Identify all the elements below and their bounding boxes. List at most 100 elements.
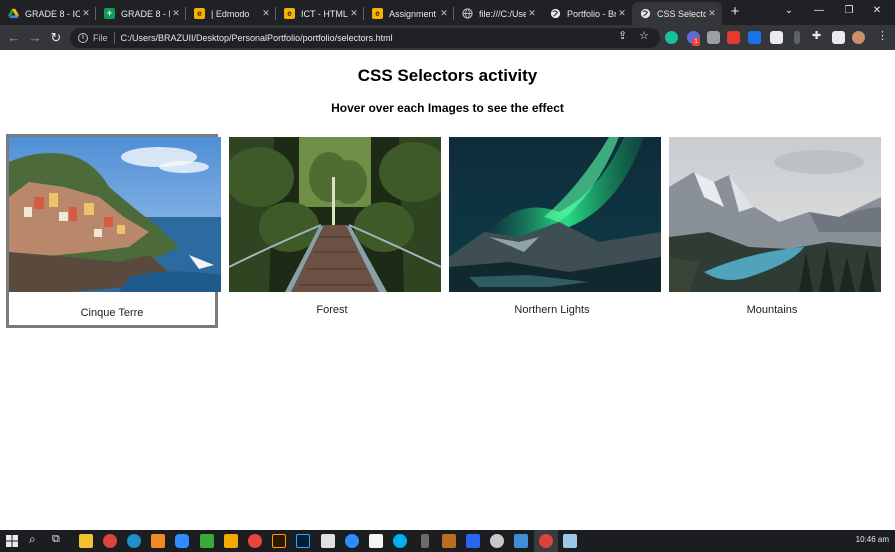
tab-file[interactable]: file:///C:/User ✕ xyxy=(454,2,542,25)
photoshop-icon[interactable] xyxy=(296,534,310,548)
tab-grade8-sheets[interactable]: + GRADE 8 - IC ✕ xyxy=(96,2,186,25)
tab-title: ICT - HTML & xyxy=(301,8,348,19)
profile-avatar[interactable] xyxy=(852,31,865,44)
card-caption: Forest xyxy=(316,304,348,316)
close-window-button[interactable]: ✕ xyxy=(866,3,888,19)
reload-button[interactable]: ↻ xyxy=(48,30,64,46)
page-content: CSS Selectors activity Hover over each I… xyxy=(0,50,895,530)
card-caption: Mountains xyxy=(746,304,798,316)
bookmark-star-icon[interactable]: ☆ xyxy=(639,29,649,43)
tab-title: file:///C:/User xyxy=(479,8,526,19)
close-icon[interactable]: ✕ xyxy=(616,8,628,19)
chrome-icon[interactable] xyxy=(539,534,553,548)
youtube-extension-icon[interactable] xyxy=(727,31,740,44)
camtasia-icon[interactable] xyxy=(200,534,214,548)
share-icon[interactable]: ⇪ xyxy=(618,29,627,43)
extension-icon[interactable] xyxy=(770,31,783,44)
globe-icon xyxy=(640,8,651,19)
tab-portfolio[interactable]: Portfolio - Br ✕ xyxy=(542,2,632,25)
reading-list-icon[interactable] xyxy=(832,31,845,44)
tab-title: | Edmodo xyxy=(211,8,250,19)
gallery-card-cinque-terre[interactable]: Cinque Terre xyxy=(6,134,221,328)
grammarly-extension-icon[interactable] xyxy=(665,31,678,44)
tab-assignment[interactable]: e Assignment | ✕ xyxy=(364,2,454,25)
close-icon[interactable]: ✕ xyxy=(260,8,272,19)
app-icon[interactable] xyxy=(514,534,528,548)
zoom-icon[interactable] xyxy=(345,534,359,548)
app-icon[interactable] xyxy=(321,534,335,548)
gallery-card-forest[interactable]: Forest xyxy=(226,134,441,328)
gallery-card-northern-lights[interactable]: Northern Lights xyxy=(446,134,661,328)
search-icon[interactable]: ⌕ xyxy=(29,532,36,547)
back-button[interactable]: ← xyxy=(6,30,22,46)
chrome-icon[interactable] xyxy=(103,534,117,548)
camera-extension-icon[interactable] xyxy=(707,31,720,44)
new-tab-button[interactable]: + xyxy=(727,4,743,20)
info-icon[interactable]: i xyxy=(78,33,88,43)
css3-icon[interactable] xyxy=(466,534,480,548)
globe-icon xyxy=(462,8,473,19)
windows-taskbar: ⌕ ⧉ 10:46 am xyxy=(0,530,895,552)
globe-icon xyxy=(550,8,561,19)
edge-icon[interactable] xyxy=(127,534,141,548)
taskbar-clock[interactable]: 10:46 am xyxy=(856,535,889,544)
card-caption: Cinque Terre xyxy=(80,307,144,319)
tab-strip: GRADE 8 - IC ✕ + GRADE 8 - IC ✕ e | Edmo… xyxy=(0,0,895,25)
edmodo-icon: e xyxy=(284,8,295,19)
app-icon[interactable] xyxy=(490,534,504,548)
vlc-icon[interactable] xyxy=(151,534,165,548)
restore-button[interactable]: ❐ xyxy=(838,3,860,19)
app-icon[interactable] xyxy=(369,534,383,548)
close-icon[interactable]: ✕ xyxy=(526,8,538,19)
tab-ict-html[interactable]: e ICT - HTML & ✕ xyxy=(276,2,364,25)
extension-badge: 1 xyxy=(692,38,700,46)
tab-edmodo[interactable]: e | Edmodo ✕ xyxy=(186,2,276,25)
close-icon[interactable]: ✕ xyxy=(706,8,718,19)
notepad-icon[interactable] xyxy=(563,534,577,548)
close-icon[interactable]: ✕ xyxy=(438,8,450,19)
file-explorer-icon[interactable] xyxy=(79,534,93,548)
google-sheets-icon: + xyxy=(104,8,115,19)
tab-title: CSS Selectors xyxy=(657,8,706,19)
tab-title: GRADE 8 - IC xyxy=(25,8,80,19)
forest-image xyxy=(229,137,441,292)
app-icon[interactable] xyxy=(421,534,429,548)
northern-lights-image xyxy=(449,137,661,292)
tab-title: GRADE 8 - IC xyxy=(121,8,170,19)
browser-toolbar: ← → ↻ i File C:/Users/BRAZUII/Desktop/Pe… xyxy=(0,25,895,50)
page-subtitle: Hover over each Images to see the effect xyxy=(331,101,564,115)
menu-kebab-icon[interactable]: ⋮ xyxy=(877,29,888,43)
address-bar[interactable]: i File C:/Users/BRAZUII/Desktop/Personal… xyxy=(70,28,660,48)
close-icon[interactable]: ✕ xyxy=(80,8,92,19)
url-text[interactable]: C:/Users/BRAZUII/Desktop/PersonalPortfol… xyxy=(121,33,393,43)
zoom-icon[interactable] xyxy=(175,534,189,548)
edmodo-icon: e xyxy=(372,8,383,19)
tab-search-icon[interactable]: ⌄ xyxy=(778,3,800,19)
task-view-icon[interactable]: ⧉ xyxy=(52,533,60,546)
extension-icon[interactable] xyxy=(794,31,800,44)
app-icon[interactable] xyxy=(248,534,262,548)
tab-title: Portfolio - Br xyxy=(567,8,616,19)
google-drive-icon xyxy=(8,8,19,19)
card-caption: Northern Lights xyxy=(514,304,590,316)
app-icon[interactable] xyxy=(224,534,238,548)
forward-button[interactable]: → xyxy=(27,30,43,46)
illustrator-icon[interactable] xyxy=(272,534,286,548)
cinque-terre-image xyxy=(9,137,221,292)
page-title: CSS Selectors activity xyxy=(357,66,538,85)
tab-title: Assignment | xyxy=(389,8,438,19)
mountains-image xyxy=(669,137,881,292)
extensions-puzzle-icon[interactable]: ✚ xyxy=(812,29,821,43)
tab-grade8-drive[interactable]: GRADE 8 - IC ✕ xyxy=(0,2,96,25)
close-icon[interactable]: ✕ xyxy=(170,8,182,19)
close-icon[interactable]: ✕ xyxy=(348,8,360,19)
tab-css-selectors[interactable]: CSS Selectors ✕ xyxy=(632,2,722,25)
minimize-button[interactable]: — xyxy=(808,3,830,19)
gallery-card-mountains[interactable]: Mountains xyxy=(666,134,881,328)
edmodo-icon: e xyxy=(194,8,205,19)
skype-icon[interactable] xyxy=(393,534,407,548)
scheme-label: File xyxy=(93,33,108,43)
sublime-icon[interactable] xyxy=(442,534,456,548)
windows-start-icon[interactable] xyxy=(6,535,18,547)
screen-capture-extension-icon[interactable] xyxy=(748,31,761,44)
